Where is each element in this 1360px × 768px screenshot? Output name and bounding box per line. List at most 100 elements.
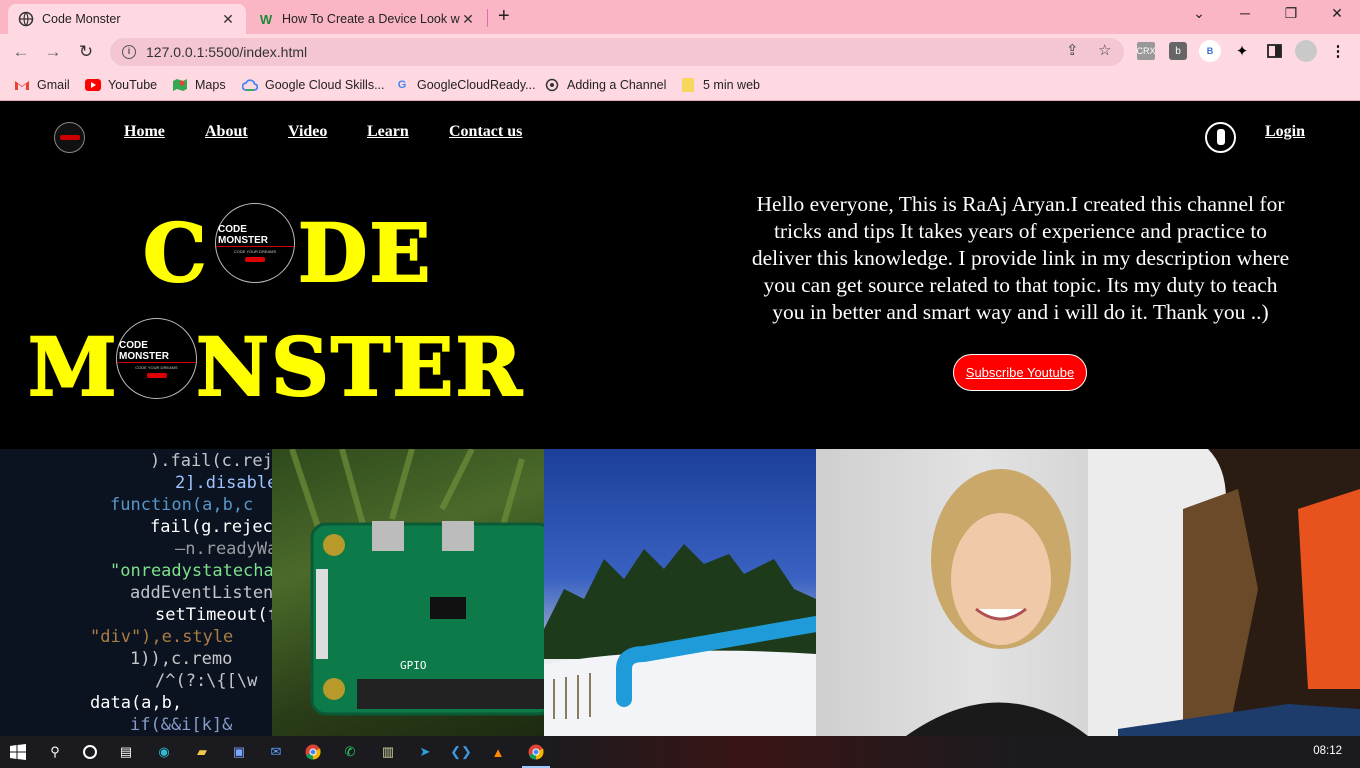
forward-icon[interactable]: → <box>42 41 64 63</box>
browser-toolbar: ← → ↻ i 127.0.0.1:5500/index.html ⇪ ☆ CR… <box>0 34 1360 70</box>
url-text: 127.0.0.1:5500/index.html <box>146 44 308 60</box>
bookmark-maps[interactable]: Maps <box>172 77 226 93</box>
tab-device-look[interactable]: W How To Create a Device Look wit ✕ <box>248 4 486 34</box>
bookmark-label: Google Cloud Skills... <box>265 78 385 92</box>
portrait-illustration <box>906 469 1088 736</box>
whatsapp-icon[interactable]: ✆ <box>340 742 360 762</box>
cortana-icon[interactable] <box>80 742 100 762</box>
search-icon[interactable]: ⚲ <box>45 742 65 762</box>
user-icon[interactable] <box>1205 122 1236 153</box>
back-icon[interactable]: ← <box>10 41 32 63</box>
code-line: addEventListener <box>130 583 272 603</box>
brand-letter-c: C <box>142 205 209 301</box>
brand-emblem-2: CODE MONSTER CODE YOUR DREAMS <box>116 318 197 399</box>
code-line: data(a,b, <box>90 693 183 713</box>
store-icon[interactable]: ▣ <box>229 742 249 762</box>
puzzle-extensions-icon[interactable]: ✦ <box>1233 42 1251 60</box>
file-explorer-icon[interactable]: ▰ <box>192 742 212 762</box>
chrome-icon[interactable] <box>303 742 323 762</box>
restore-icon[interactable]: ❐ <box>1268 5 1314 22</box>
windows-start-icon[interactable] <box>8 742 28 762</box>
gallery-image-circuit-board: GPIO <box>272 449 544 736</box>
profile-b-icon[interactable]: B <box>1199 40 1221 62</box>
gmail-icon <box>14 77 30 93</box>
login-link[interactable]: Login <box>1265 123 1305 141</box>
reload-icon[interactable]: ↻ <box>75 41 97 63</box>
code-line: "div"),e.style <box>90 627 234 647</box>
code-line: if(&&i[k]& <box>130 715 233 735</box>
podcast-icon <box>544 77 560 93</box>
menu-kebab-icon[interactable]: ⋮ <box>1329 42 1347 60</box>
code-line: function(a,b,c <box>110 495 254 515</box>
side-panel-icon[interactable] <box>1265 42 1283 60</box>
bookmark-googlecloudready[interactable]: G GoogleCloudReady... <box>394 77 536 93</box>
code-line: 1)),c.remo <box>130 649 233 669</box>
code-line: setTimeout(f,50)}J <box>155 605 272 625</box>
minimize-icon[interactable]: ─ <box>1222 5 1268 21</box>
webflow-icon: W <box>259 11 273 27</box>
extension-icon[interactable]: b <box>1169 42 1187 60</box>
new-tab-icon[interactable]: + <box>498 5 510 28</box>
profile-initial: B <box>1206 46 1214 56</box>
google-cloud-icon <box>242 77 258 93</box>
close-tab-icon[interactable]: ✕ <box>220 11 236 28</box>
task-view-icon[interactable]: ▤ <box>116 742 136 762</box>
vscode-icon[interactable]: ❮❯ <box>450 742 472 762</box>
nav-about[interactable]: About <box>205 123 248 141</box>
nav-home[interactable]: Home <box>124 123 165 141</box>
brand-emblem-1: CODE MONSTER CODE YOUR DREAMS <box>215 203 295 283</box>
person-laptop-illustration <box>1118 449 1360 736</box>
browser-tab-bar: Code Monster ✕ W How To Create a Device … <box>0 0 1360 34</box>
bookmarks-bar: Gmail YouTube Maps Google Cloud Skills..… <box>0 70 1360 101</box>
web-page: Home About Video Learn Contact us Login … <box>0 102 1360 736</box>
code-line: ).fail(c.reje <box>150 451 272 471</box>
share-icon[interactable]: ⇪ <box>1066 41 1079 59</box>
code-line: "onreadystatechange" <box>110 561 272 581</box>
nav-learn[interactable]: Learn <box>367 123 409 141</box>
clock[interactable]: 08:12 <box>1313 745 1342 757</box>
bookmark-label: YouTube <box>108 78 158 92</box>
nav-video[interactable]: Video <box>288 123 327 141</box>
intro-text: Hello everyone, This is RaAj Aryan.I cre… <box>751 192 1290 324</box>
vlc-icon[interactable]: ▲ <box>488 742 508 762</box>
close-window-icon[interactable]: ✕ <box>1314 5 1360 22</box>
gallery-image-person-laptop <box>1088 449 1360 736</box>
google-icon: G <box>397 79 407 91</box>
code-line: fail(g.reject): <box>150 517 272 537</box>
tab-search-icon[interactable]: ⌄ <box>1176 5 1222 22</box>
gallery-image-portrait <box>816 449 1088 736</box>
bookmark-label: Gmail <box>37 78 70 92</box>
bookmark-google-cloud[interactable]: Google Cloud Skills... <box>242 77 385 93</box>
maps-icon <box>172 77 188 93</box>
bookmark-label: Maps <box>195 78 226 92</box>
snow-scene-illustration <box>544 544 816 736</box>
mail-icon[interactable]: ✉ <box>266 742 286 762</box>
windows-taskbar: ⚲ ▤ ◉ ▰ ▣ ✉ ✆ ▥ ➤ ❮❯ ▲ 08:12 <box>0 736 1360 768</box>
site-logo[interactable] <box>54 122 85 153</box>
youtube-icon <box>85 77 101 93</box>
crx-extension-icon[interactable]: CRX <box>1137 42 1156 60</box>
bookmark-5-min-web[interactable]: 5 min web <box>680 77 760 93</box>
telegram-icon[interactable]: ➤ <box>415 742 435 762</box>
gallery-image-snowboard-rail <box>544 449 816 736</box>
bookmark-youtube[interactable]: YouTube <box>85 77 157 93</box>
avatar[interactable] <box>1295 40 1317 62</box>
address-bar[interactable]: i 127.0.0.1:5500/index.html <box>110 38 1124 66</box>
bookmark-label: 5 min web <box>703 78 760 92</box>
bookmark-adding-channel[interactable]: Adding a Channel <box>544 77 666 93</box>
bookmark-label: Adding a Channel <box>567 78 667 92</box>
edge-icon[interactable]: ◉ <box>154 742 174 762</box>
subscribe-youtube-button[interactable]: Subscribe Youtube <box>953 354 1087 391</box>
nav-contact-us[interactable]: Contact us <box>449 123 522 141</box>
site-info-icon[interactable]: i <box>122 45 136 59</box>
bookmark-gmail[interactable]: Gmail <box>14 77 70 93</box>
folder-icon <box>680 77 696 93</box>
notepad-icon[interactable]: ▥ <box>378 742 398 762</box>
close-tab-icon[interactable]: ✕ <box>460 11 476 28</box>
star-icon[interactable]: ☆ <box>1098 41 1111 59</box>
tab-title: Code Monster <box>42 12 121 26</box>
gallery-image-code: ).fail(c.reje2].disable,b[function(a,b,c… <box>0 449 272 736</box>
brand-letters-de: DE <box>297 205 433 301</box>
tab-code-monster[interactable]: Code Monster ✕ <box>8 4 246 34</box>
chrome-active-icon[interactable] <box>522 742 550 768</box>
